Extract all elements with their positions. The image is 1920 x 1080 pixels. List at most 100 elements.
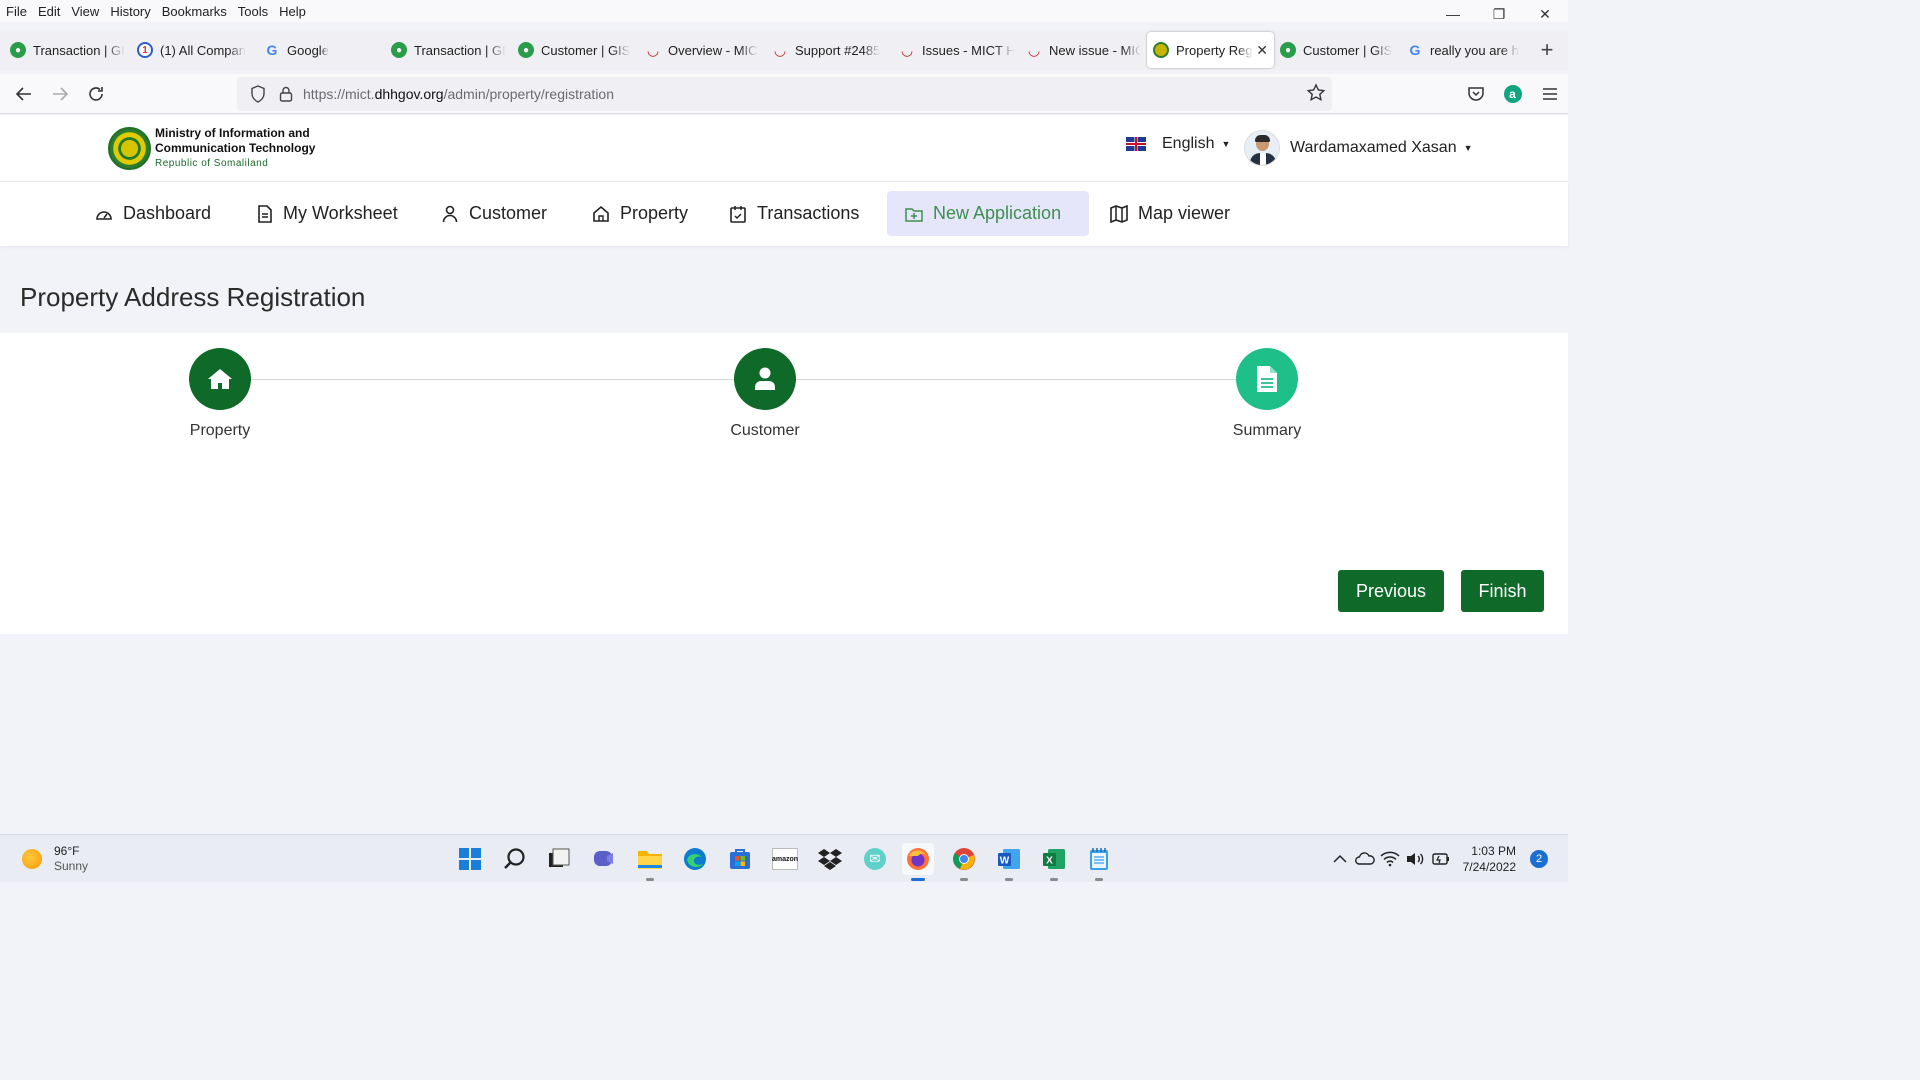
mail-app-icon[interactable]: ✉	[859, 843, 891, 875]
finish-button[interactable]: Finish	[1461, 570, 1544, 612]
menu-history[interactable]: History	[110, 4, 150, 19]
browser-tab[interactable]: ◡ Overview - MIC	[639, 32, 766, 68]
close-window-button[interactable]: ✕	[1522, 0, 1568, 28]
folder-plus-icon	[905, 207, 923, 222]
step-property-circle	[189, 348, 251, 410]
menu-file[interactable]: File	[6, 4, 27, 19]
new-tab-button[interactable]: +	[1530, 37, 1564, 63]
gis-icon: ●	[518, 42, 534, 58]
home-icon	[593, 205, 609, 222]
address-bar[interactable]: https://mict. dhhgov.org/admin/property/r…	[237, 77, 1332, 111]
user-menu[interactable]: Wardamaxamed Xasan ▼	[1244, 130, 1473, 166]
clock-date: 7/24/2022	[1462, 860, 1516, 874]
previous-button[interactable]: Previous	[1338, 570, 1444, 612]
clock-time: 1:03 PM	[1471, 844, 1516, 858]
browser-tab[interactable]: ◡ Support #2485	[766, 32, 893, 68]
nav-my-worksheet[interactable]: My Worksheet	[249, 191, 406, 236]
minimize-button[interactable]: —	[1430, 0, 1476, 28]
notepad-icon[interactable]	[1083, 843, 1115, 881]
firefox-icon[interactable]	[902, 843, 934, 881]
browser-tab[interactable]: ◡ New issue - MIC	[1020, 32, 1147, 68]
caret-down-icon: ▼	[1463, 143, 1473, 153]
reload-button[interactable]	[78, 76, 114, 112]
menu-help[interactable]: Help	[279, 4, 306, 19]
document-icon	[1257, 366, 1277, 392]
system-tray: 1:03 PM 7/24/2022 2	[1328, 835, 1568, 883]
excel-icon[interactable]: X	[1038, 843, 1070, 881]
volume-icon[interactable]	[1403, 851, 1428, 867]
mict-seal-icon	[1153, 42, 1169, 58]
wifi-icon[interactable]	[1378, 851, 1403, 867]
registration-wizard: Property Customer Summary Previous Finis…	[0, 333, 1568, 634]
map-icon	[1110, 204, 1128, 223]
browser-toolbar: https://mict. dhhgov.org/admin/property/r…	[0, 74, 1568, 114]
chevron-up-icon[interactable]	[1328, 854, 1353, 864]
restore-button[interactable]: ❐	[1476, 0, 1522, 28]
battery-icon[interactable]	[1428, 852, 1453, 866]
step-customer-label: Customer	[730, 422, 800, 439]
onedrive-icon[interactable]	[1353, 852, 1378, 866]
browser-tab[interactable]: ● Customer | GIS	[512, 32, 639, 68]
shield-icon[interactable]	[247, 85, 269, 103]
task-view-icon[interactable]	[543, 843, 575, 875]
nav-customer[interactable]: Customer	[433, 191, 555, 236]
nav-property[interactable]: Property	[584, 191, 696, 236]
nav-transactions[interactable]: Transactions	[721, 191, 867, 236]
browser-tab[interactable]: ◡ Issues - MICT H	[893, 32, 1020, 68]
chrome-icon[interactable]	[948, 843, 980, 881]
step-customer[interactable]: Customer	[705, 348, 825, 440]
step-property[interactable]: Property	[160, 348, 280, 440]
bookmark-star-icon[interactable]	[1306, 83, 1326, 106]
menu-view[interactable]: View	[71, 4, 99, 19]
amazon-icon[interactable]: amazon	[769, 843, 801, 875]
uk-flag-icon	[1126, 137, 1146, 151]
forward-button[interactable]	[42, 76, 78, 112]
notification-badge[interactable]: 2	[1530, 850, 1548, 868]
arrow-right-icon	[53, 86, 69, 101]
step-summary-label: Summary	[1232, 422, 1302, 439]
browser-tab[interactable]: ● Transaction | GI	[4, 32, 131, 68]
edge-icon[interactable]	[679, 843, 711, 875]
dashboard-icon	[96, 210, 112, 220]
ministry-logo[interactable]: Ministry of Information and Communicatio…	[108, 126, 315, 171]
browser-tab[interactable]: Greally you are h	[1401, 32, 1528, 68]
hamburger-menu-icon[interactable]	[1531, 85, 1568, 103]
browser-tab[interactable]: ● Transaction | GI	[385, 32, 512, 68]
extension-icon[interactable]: a	[1494, 85, 1531, 103]
search-icon[interactable]	[499, 843, 531, 875]
menu-tools[interactable]: Tools	[238, 4, 268, 19]
word-icon[interactable]: W	[993, 843, 1025, 881]
browser-tab[interactable]: ● Customer | GIS	[1274, 32, 1401, 68]
pocket-icon[interactable]	[1457, 85, 1494, 103]
sun-icon	[22, 849, 42, 869]
menu-edit[interactable]: Edit	[38, 4, 60, 19]
weather-widget[interactable]: 96°F Sunny	[22, 844, 88, 874]
start-icon[interactable]	[454, 843, 486, 875]
nav-dashboard[interactable]: Dashboard	[87, 191, 219, 236]
back-button[interactable]	[6, 76, 42, 112]
file-explorer-icon[interactable]	[634, 843, 666, 881]
close-tab-icon[interactable]: ✕	[1254, 42, 1268, 59]
user-name: Wardamaxamed Xasan	[1290, 139, 1457, 156]
browser-tab[interactable]: G Google	[258, 32, 385, 68]
google-icon: G	[266, 42, 278, 58]
logo-line-3: Republic of Somaliland	[155, 158, 269, 169]
redmine-icon: ◡	[1028, 41, 1040, 58]
url-path: /admin/property/registration	[443, 86, 615, 102]
browser-tab-active[interactable]: Property Reg ✕	[1147, 32, 1274, 68]
lock-icon[interactable]	[275, 86, 297, 102]
step-property-label: Property	[189, 422, 251, 439]
step-summary[interactable]: Summary	[1207, 348, 1327, 440]
user-icon	[442, 205, 458, 222]
nav-map-viewer[interactable]: Map viewer	[1102, 191, 1238, 236]
menu-bookmarks[interactable]: Bookmarks	[162, 4, 227, 19]
store-icon[interactable]	[724, 843, 756, 875]
nav-new-application[interactable]: New Application	[887, 191, 1089, 236]
weather-temp: 96°F	[54, 844, 80, 858]
step-customer-circle	[734, 348, 796, 410]
teams-chat-icon[interactable]	[588, 843, 620, 875]
dropbox-icon[interactable]	[814, 843, 846, 875]
language-selector[interactable]: English ▼	[1126, 135, 1230, 153]
browser-tab[interactable]: 1 (1) All Compan	[131, 32, 258, 68]
clock[interactable]: 1:03 PM 7/24/2022	[1463, 843, 1516, 875]
